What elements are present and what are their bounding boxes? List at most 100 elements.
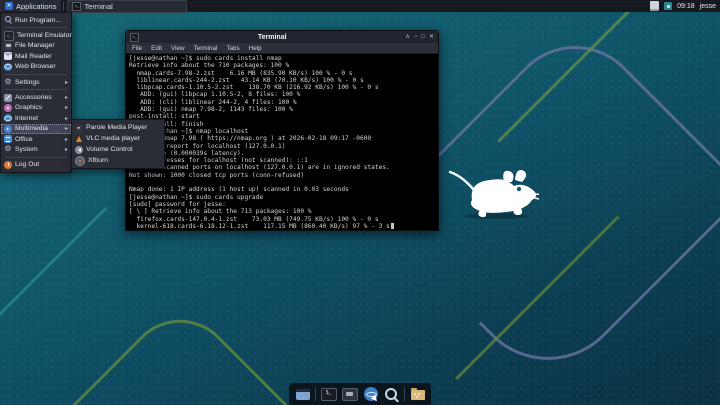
- submenu-arrow-icon: ▸: [65, 136, 68, 143]
- folder-icon: [411, 390, 425, 400]
- menu-tabs[interactable]: Tabs: [226, 45, 239, 52]
- wallpaper-green-line-lower: [455, 215, 620, 380]
- submenu-arrow-icon: ▸: [65, 104, 68, 111]
- menu-separator: [5, 89, 67, 90]
- systray-icon[interactable]: [650, 1, 659, 11]
- minimize-button[interactable]: −: [414, 33, 418, 41]
- menu-separator: [5, 157, 67, 158]
- terminal-line: [jesse@nathan ~]$ sudo cards upgrade: [129, 194, 435, 201]
- close-button[interactable]: ✕: [429, 33, 434, 41]
- menu-item-run-program[interactable]: Run Program...: [1, 15, 71, 25]
- terminal-line: firefox.cards-147.0.4-1.zst 73.03 MB (74…: [129, 216, 435, 223]
- updater-tray-icon[interactable]: [664, 2, 672, 10]
- dock-separator: [315, 387, 316, 401]
- terminal-icon: >_: [4, 31, 14, 41]
- terminal-line: Starting Nmap 7.98 ( https://nmap.org ) …: [129, 135, 435, 142]
- magnifier-icon: [4, 16, 12, 24]
- wallpaper-green-line-upper: [497, 0, 648, 142]
- menu-item-accessories[interactable]: Accessories ▸: [1, 92, 71, 102]
- terminal-line: Not shown: 1000 closed tcp ports (conn-r…: [129, 172, 435, 179]
- dock-terminal-launcher[interactable]: $_: [320, 386, 337, 403]
- menu-item-internet[interactable]: Internet ▸: [1, 113, 71, 123]
- applications-label: Applications: [16, 2, 56, 11]
- terminal-window: >_ Terminal ∧ − □ ✕ File Edit View Termi…: [125, 30, 439, 231]
- menu-item-log-out[interactable]: Log Out: [1, 160, 71, 170]
- window-title: Terminal: [139, 34, 405, 41]
- terminal-line: Nmap done: 1 IP address (1 host up) scan…: [129, 186, 435, 193]
- menu-item-graphics[interactable]: Graphics ▸: [1, 103, 71, 113]
- submenu-arrow-icon: ▸: [65, 146, 68, 153]
- menu-terminal[interactable]: Terminal: [194, 45, 218, 52]
- terminal-line: Host is up (0.000039s latency).: [129, 150, 435, 157]
- menu-edit[interactable]: Edit: [151, 45, 162, 52]
- gear-icon: ⚙: [4, 145, 12, 153]
- desktop[interactable]: ✕ Applications >_ Terminal 09:18 jesse R…: [0, 0, 720, 405]
- globe-icon: [364, 387, 378, 401]
- taskbar-window-button-terminal[interactable]: >_ Terminal: [67, 0, 187, 13]
- submenu-arrow-icon: ▸: [65, 125, 68, 132]
- terminal-titlebar[interactable]: >_ Terminal ∧ − □ ✕: [126, 31, 438, 43]
- terminal-line: ADD: (gui) nmap 7.98-2, 1143 files: 100 …: [129, 106, 435, 113]
- show-desktop-button[interactable]: [294, 386, 311, 403]
- panel-separator: [63, 2, 64, 11]
- terminal-icon: >_: [72, 2, 81, 11]
- menu-item-office[interactable]: Office ▸: [1, 134, 71, 144]
- menu-item-terminal-emulator[interactable]: >_ Terminal Emulator: [1, 30, 71, 40]
- gear-icon: ⚙: [4, 78, 12, 86]
- menu-item-file-manager[interactable]: File Manager: [1, 41, 71, 51]
- maximize-button[interactable]: □: [421, 33, 425, 41]
- submenu-arrow-icon: ▸: [65, 94, 68, 101]
- menu-help[interactable]: Help: [249, 45, 262, 52]
- task-button-label: Terminal: [84, 2, 112, 11]
- submenu-item-vlc[interactable]: VLC media player: [72, 133, 164, 144]
- terminal-line: Other addresses for localhost (not scann…: [129, 157, 435, 164]
- media-player-icon: ▸: [4, 125, 12, 133]
- terminal-cursor: [391, 223, 395, 229]
- dock-file-manager-launcher[interactable]: [341, 386, 358, 403]
- menu-item-settings[interactable]: ⚙ Settings ▸: [1, 77, 71, 87]
- menu-view[interactable]: View: [171, 45, 185, 52]
- file-manager-icon: [342, 388, 358, 401]
- multimedia-submenu: ▸ Parole Media Player VLC media player V…: [71, 119, 165, 169]
- submenu-arrow-icon: ▸: [65, 79, 68, 86]
- globe-icon: [4, 114, 12, 122]
- xfce-mouse-logo: [444, 164, 548, 220]
- desktop-window-icon: [296, 389, 310, 400]
- applications-menu-button[interactable]: ✕ Applications: [0, 0, 61, 12]
- terminal-line: ADD: (gui) libpcap 1.10.5-2, 8 files: 10…: [129, 91, 435, 98]
- menu-item-multimedia[interactable]: ▸ Multimedia ▸: [1, 124, 71, 134]
- terminal-line: [129, 179, 435, 186]
- accessories-icon: [4, 94, 12, 102]
- top-panel: ✕ Applications >_ Terminal 09:18 jesse: [0, 0, 720, 12]
- terminal-line: All 1000 scanned ports on localhost (127…: [129, 164, 435, 171]
- terminal-line: [jesse@nathan ~]$ sudo cards install nma…: [129, 55, 435, 62]
- shade-button[interactable]: ∧: [405, 33, 409, 41]
- terminal-line: [ \ ] Retrieve info about the 713 packag…: [129, 208, 435, 215]
- wallpaper-green-corner: [65, 297, 296, 405]
- clock[interactable]: 09:18: [677, 3, 695, 10]
- file-manager-icon: [4, 42, 12, 50]
- terminal-line-current: kernel-618.cards-6.18.12-1.zst 117.15 MB…: [129, 223, 435, 230]
- vlc-cone-icon: [75, 135, 83, 143]
- dock-separator: [404, 387, 405, 401]
- dock-web-browser-launcher[interactable]: [362, 386, 379, 403]
- distro-logo-icon: ✕: [5, 2, 13, 10]
- submenu-item-parole[interactable]: ▸ Parole Media Player: [72, 122, 164, 133]
- terminal-line: Nmap scan report for localhost (127.0.0.…: [129, 143, 435, 150]
- submenu-item-xfburn[interactable]: Xfburn: [72, 155, 164, 166]
- menu-item-system[interactable]: ⚙ System ▸: [1, 144, 71, 154]
- menu-item-web-browser[interactable]: Web Browser: [1, 62, 71, 72]
- dock-application-finder-launcher[interactable]: [383, 386, 400, 403]
- menu-item-mail-reader[interactable]: Mail Reader: [1, 51, 71, 61]
- user-menu[interactable]: jesse: [700, 3, 716, 10]
- terminal-line: [jesse@nathan ~]$ nmap localhost: [129, 128, 435, 135]
- menu-file[interactable]: File: [132, 45, 142, 52]
- dock-home-folder-launcher[interactable]: [409, 386, 426, 403]
- terminal-menubar: File Edit View Terminal Tabs Help: [126, 43, 438, 54]
- terminal-line: [sudo] password for jesse:: [129, 201, 435, 208]
- play-icon: ▸: [75, 124, 83, 132]
- document-icon: [4, 135, 12, 143]
- terminal-line: liblinear.cards-244-2.zst 43.14 KB (70.1…: [129, 77, 435, 84]
- terminal-output[interactable]: [jesse@nathan ~]$ sudo cards install nma…: [126, 54, 438, 230]
- submenu-item-volume-control[interactable]: Volume Control: [72, 144, 164, 155]
